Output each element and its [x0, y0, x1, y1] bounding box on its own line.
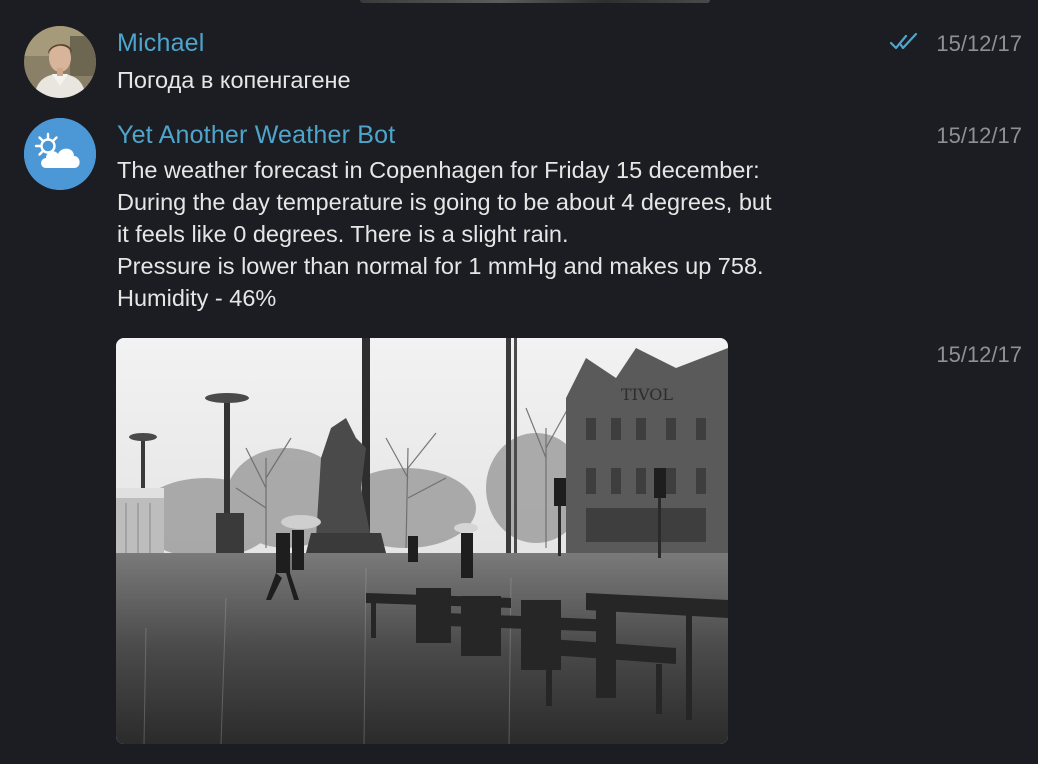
- message-michael: Michael Погода в копенгагене 15/12/17: [0, 0, 1038, 110]
- double-check-icon: [890, 32, 918, 50]
- sun-cloud-icon: [24, 118, 96, 190]
- sender-name[interactable]: Michael: [117, 29, 205, 58]
- avatar[interactable]: [24, 26, 96, 98]
- message-weather-bot: Yet Another Weather Bot The weather fore…: [0, 110, 1038, 330]
- rainy-street-photo[interactable]: TIVOL: [116, 338, 728, 744]
- sender-name[interactable]: Yet Another Weather Bot: [117, 121, 395, 150]
- avatar[interactable]: [24, 118, 96, 190]
- message-time: 15/12/17: [936, 31, 1022, 56]
- photo-image: TIVOL: [116, 338, 728, 744]
- svg-text:TIVOL: TIVOL: [621, 385, 673, 404]
- message-time: 15/12/17: [936, 123, 1022, 148]
- message-time: 15/12/17: [936, 342, 1022, 367]
- message-text: Погода в копенгагене: [117, 67, 351, 93]
- user-photo-avatar: [24, 26, 96, 98]
- message-text: The weather forecast in Copenhagen for F…: [117, 157, 772, 311]
